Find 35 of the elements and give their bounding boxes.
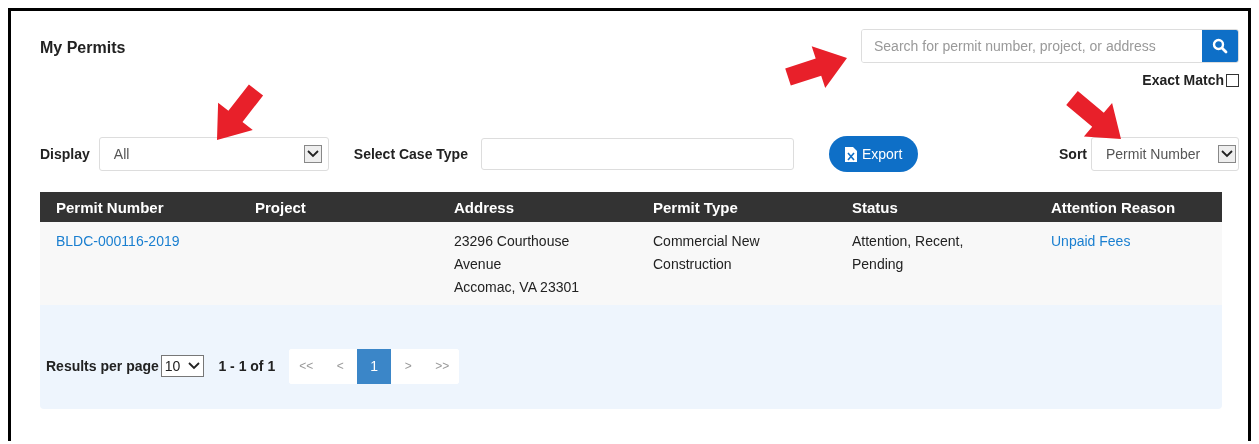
sort-dropdown[interactable]: Permit Number (1091, 137, 1239, 171)
table-cell-text: Attention, Recent, Pending (852, 232, 965, 274)
pointer-arrow (785, 46, 847, 89)
search-button[interactable] (1202, 30, 1238, 62)
display-label: Display (40, 146, 90, 162)
page-title: My Permits (40, 39, 126, 57)
pointer-arrow (1066, 91, 1121, 139)
per-page-dropdown[interactable]: 10 (160, 355, 205, 377)
spreadsheet-file-icon (844, 146, 857, 162)
column-header: Project (255, 198, 307, 216)
results-per-page-label: Results per page (46, 358, 159, 374)
column-header: Permit Type (653, 198, 739, 216)
table-link[interactable]: BLDC-000116-2019 (56, 233, 180, 249)
search-field[interactable]: Search for permit number, project, or address (861, 29, 1239, 63)
export-button[interactable]: Export (828, 136, 919, 172)
column-header: Address (454, 198, 516, 216)
sort-label: Sort (1059, 146, 1087, 162)
exact-match-label: Exact Match (1142, 72, 1224, 88)
table-cell-text: 23296 Courthouse Avenue Accomac, VA 23301 (454, 232, 581, 297)
dropdown-caret-icon (303, 145, 322, 163)
exact-match-checkbox[interactable] (1226, 73, 1239, 87)
column-header: Status (852, 198, 899, 216)
case-type-field[interactable] (480, 138, 794, 170)
dropdown-caret-icon (1218, 145, 1236, 163)
search-icon (1212, 38, 1228, 54)
table-cell-text: Commercial New Construction (653, 232, 761, 274)
display-dropdown[interactable]: All (98, 137, 329, 171)
pointer-arrow (217, 84, 264, 140)
table-link[interactable]: Unpaid Fees (1051, 233, 1131, 249)
chevron-down-icon (188, 362, 201, 370)
column-header: Attention Reason (1051, 198, 1177, 216)
case-type-label: Select Case Type (353, 146, 468, 162)
page-button[interactable]: 1 (357, 348, 392, 384)
result-range: 1 - 1 of 1 (218, 358, 276, 374)
column-header: Permit Number (56, 198, 165, 216)
